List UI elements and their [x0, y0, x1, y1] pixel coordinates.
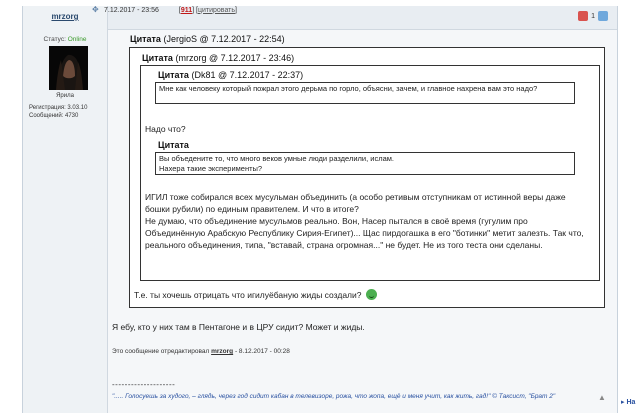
- author-stats: Регистрация: 3.03.10 Сообщений: 4730: [29, 104, 87, 120]
- mid-body-p2: Не думаю, что объединение мусульмов реал…: [145, 216, 584, 250]
- status-online: Online: [67, 36, 87, 43]
- post-meta: ✥ 7.12.2017 - 23:56 [ 911 ] [ цитировать…: [92, 6, 237, 14]
- quote-inner2-label: Цитата: [158, 140, 189, 150]
- nav-label: На: [626, 399, 636, 406]
- outer-reply-text: Т.е. ты хочешь отрицать что игилуёбаную …: [134, 290, 362, 300]
- message-count: Сообщений: 4730: [29, 113, 79, 119]
- quote-inner2-line2: Нахера такие эксперименты?: [159, 164, 263, 173]
- quote-inner2-box: Вы объедените то, что много веков умные …: [155, 152, 575, 175]
- outer-reply: Т.е. ты хочешь отрицать что игилуёбаную …: [134, 289, 377, 301]
- author-panel: mrzorg Статус: Online Ярила Регистрация:…: [23, 6, 108, 413]
- quote-outer-box: Цитата (mrzorg @ 7.12.2017 - 23:46) Цита…: [129, 47, 605, 308]
- mid-body: ИГИЛ тоже собирался всех мусульман объед…: [145, 191, 585, 251]
- signature-divider: --------------------: [112, 380, 176, 389]
- edited-prefix: Это сообщение отредактировал: [112, 348, 210, 355]
- mid-body-p1: ИГИЛ тоже собирался всех мусульман объед…: [145, 192, 566, 214]
- main-post-text: Я ебу, кто у них там в Пентагоне и в ЦРУ…: [112, 322, 365, 332]
- quote-inner-label: Цитата: [158, 70, 189, 80]
- post-link-icon[interactable]: ✥: [92, 6, 100, 14]
- post-number-link[interactable]: 911: [181, 7, 192, 14]
- quote-inner2-line1: Вы объедените то, что много веков умные …: [159, 154, 394, 163]
- quote-mid-label: Цитата: [142, 53, 173, 63]
- quote-outer-header: Цитата (JergioS @ 7.12.2017 - 22:54): [130, 34, 285, 44]
- quote-inner-box: Мне как человеку который пожрал этого де…: [155, 82, 575, 104]
- rate-up-button[interactable]: [598, 11, 608, 21]
- scroll-up-icon[interactable]: ▲: [598, 393, 606, 402]
- edited-note: Это сообщение отредактировал mrzorg - 8.…: [112, 348, 290, 355]
- avatar-image: [49, 46, 88, 90]
- quote-inner-header: Цитата (Dk81 @ 7.12.2017 - 22:37): [158, 70, 303, 80]
- avatar-caption: Ярила: [56, 93, 74, 99]
- rating-value: 1: [591, 12, 595, 20]
- author-status: Статус: Online: [23, 36, 107, 43]
- post-rating: 1: [575, 11, 611, 21]
- quote-inner-meta: (Dk81 @ 7.12.2017 - 22:37): [191, 70, 304, 80]
- edited-user-link[interactable]: mrzorg: [211, 348, 233, 355]
- forum-page: mrzorg Статус: Online Ярила Регистрация:…: [0, 0, 640, 413]
- post-actions-close: ]: [235, 6, 237, 14]
- smiley-icon: [365, 289, 377, 300]
- nav-arrow-icon: ▸: [621, 399, 625, 406]
- quote-mid-header: Цитата (mrzorg @ 7.12.2017 - 23:46): [142, 53, 294, 63]
- registration-date: Регистрация: 3.03.10: [29, 105, 88, 111]
- quote-outer-meta: (JergioS @ 7.12.2017 - 22:54): [163, 34, 285, 44]
- signature-text: "..... Голосуешь за худого, – глядь, чер…: [112, 393, 556, 400]
- nav-link[interactable]: ▸ На: [621, 398, 635, 406]
- edited-suffix: - 8.12.2017 - 00:28: [234, 348, 290, 355]
- quote-mid-box: Цитата (Dk81 @ 7.12.2017 - 22:37) Мне ка…: [140, 65, 600, 281]
- quote-inner-text: Мне как человеку который пожрал этого де…: [159, 84, 538, 93]
- status-label: Статус:: [43, 36, 66, 43]
- quote-action-link[interactable]: цитировать: [198, 7, 235, 14]
- mid-reply-text: Надо что?: [145, 124, 186, 134]
- avatar[interactable]: [49, 46, 88, 90]
- quote-mid-meta: (mrzorg @ 7.12.2017 - 23:46): [175, 53, 295, 63]
- quote-outer-label: Цитата: [130, 34, 161, 44]
- rate-down-button[interactable]: [578, 11, 589, 21]
- quote-inner2-header: Цитата: [158, 140, 189, 150]
- post-datetime: 7.12.2017 - 23:56: [104, 6, 159, 14]
